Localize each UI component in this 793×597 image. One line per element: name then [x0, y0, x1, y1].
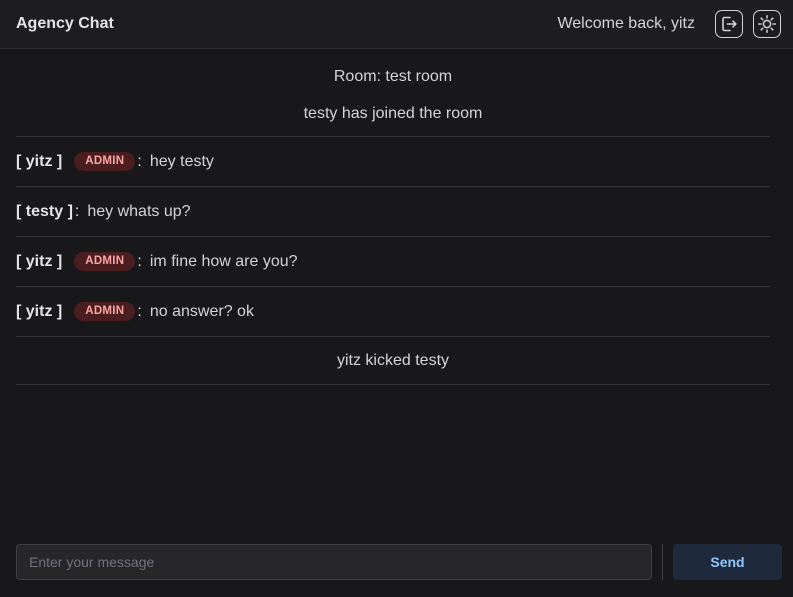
message-separator: : [137, 252, 142, 270]
message-text: im fine how are you? [149, 252, 298, 270]
kick-notice: yitz kicked testy [16, 337, 770, 385]
admin-badge: ADMIN [74, 152, 136, 171]
chat-app: Agency Chat Welcome back, yitz Room: tes… [0, 0, 793, 597]
sun-icon [758, 15, 776, 33]
room-name: Room: test room [333, 68, 453, 85]
admin-badge: ADMIN [74, 302, 136, 321]
message-text: hey testy [149, 152, 214, 170]
send-button[interactable]: Send [673, 544, 782, 580]
admin-badge: ADMIN [74, 252, 136, 271]
welcome-text: Welcome back, yitz [557, 15, 695, 32]
message-row: [ yitz ] ADMIN : no answer? ok [16, 287, 770, 337]
message-row: [ testy ] : hey whats up? [16, 187, 770, 237]
composer-divider [662, 544, 663, 580]
message-list: Room: test room testy has joined the roo… [16, 49, 770, 385]
header-actions: Welcome back, yitz [557, 10, 781, 38]
message-separator: : [137, 152, 142, 170]
message-separator: : [137, 302, 142, 320]
message-username: [ yitz ] [16, 252, 63, 270]
join-notice: testy has joined the room [16, 87, 770, 137]
logout-button[interactable] [715, 10, 743, 38]
message-username: [ yitz ] [16, 302, 63, 320]
message-row: [ yitz ] ADMIN : hey testy [16, 137, 770, 187]
message-text: hey whats up? [87, 202, 191, 220]
logout-icon [722, 16, 737, 32]
message-text: no answer? ok [149, 302, 254, 320]
message-username: [ yitz ] [16, 152, 63, 170]
message-separator: : [74, 202, 80, 220]
theme-toggle-button[interactable] [753, 10, 781, 38]
message-row: [ yitz ] ADMIN : im fine how are you? [16, 237, 770, 287]
header: Agency Chat Welcome back, yitz [0, 0, 793, 49]
message-username: [ testy ] [16, 202, 73, 220]
message-composer: Send [16, 544, 782, 580]
app-title: Agency Chat [16, 15, 114, 32]
message-input[interactable] [16, 544, 652, 580]
